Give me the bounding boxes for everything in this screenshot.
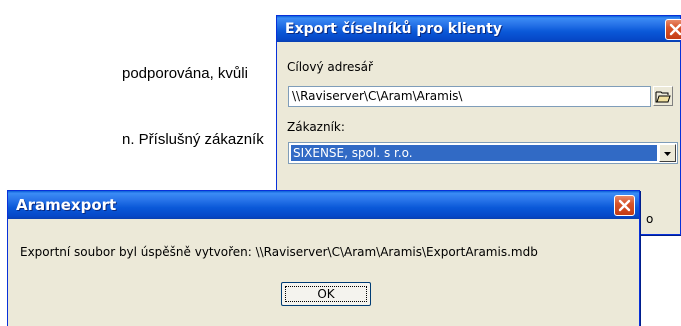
export-dialog-close-button[interactable] — [665, 19, 681, 40]
ok-button[interactable]: OK — [281, 282, 371, 306]
export-dialog-titlebar[interactable]: Export číselníků pro klienty — [277, 16, 680, 42]
document-text-line-1: podporována, kvůli — [122, 65, 248, 82]
message-box-titlebar[interactable]: Aramexport — [8, 191, 639, 219]
target-dir-label: Cílový adresář — [287, 60, 373, 74]
close-icon — [618, 199, 631, 212]
customer-dropdown-button[interactable] — [659, 144, 676, 162]
message-text: Exportní soubor byl úspěšně vytvořen: \\… — [20, 245, 538, 259]
folder-open-icon — [655, 91, 671, 103]
customer-select[interactable]: SIXENSE, spol. s r.o. — [288, 142, 678, 164]
hidden-button-fragment: o — [646, 212, 654, 226]
browse-folder-button[interactable] — [653, 86, 673, 106]
customer-label: Zákazník: — [287, 120, 345, 134]
customer-selected-value: SIXENSE, spol. s r.o. — [291, 145, 657, 161]
message-box-title: Aramexport — [16, 196, 117, 214]
export-dialog-title: Export číselníků pro klienty — [285, 21, 502, 37]
document-text-line-2: n. Příslušný zákazník — [122, 131, 264, 148]
message-box-close-button[interactable] — [614, 195, 635, 216]
ok-button-label: OK — [317, 287, 335, 301]
chevron-down-icon — [664, 152, 671, 156]
message-box: Aramexport Exportní soubor byl úspěšně v… — [7, 190, 640, 326]
target-dir-input[interactable]: \\Raviserver\C\Aram\Aramis\ — [288, 86, 651, 107]
close-icon — [669, 23, 681, 36]
